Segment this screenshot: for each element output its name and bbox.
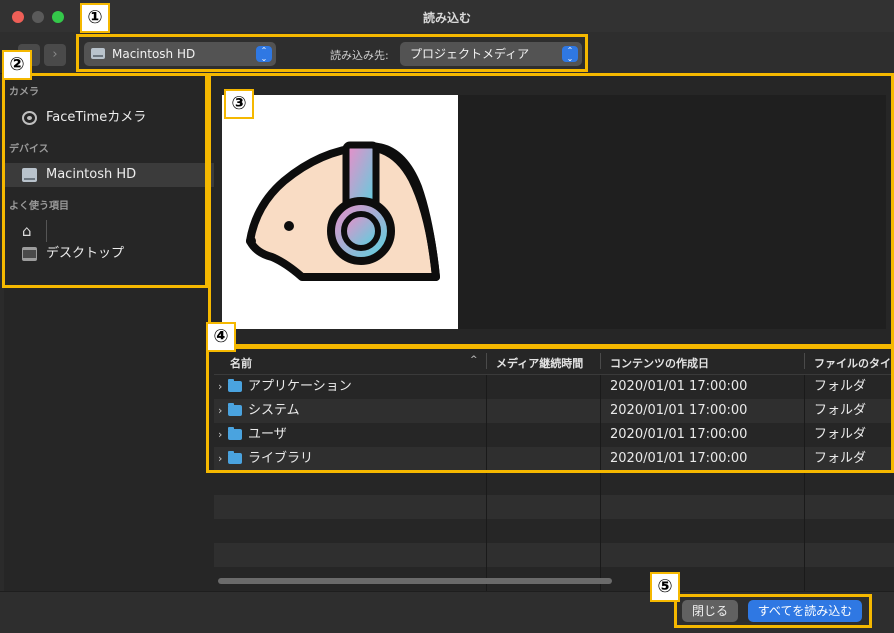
annotation-box-2: [2, 73, 208, 288]
window-title: 読み込む: [422, 11, 471, 25]
chevron-right-icon: ›: [52, 47, 58, 62]
title-bar: 読み込む: [0, 0, 894, 32]
annotation-box-1: [76, 34, 588, 72]
empty-row: [214, 519, 894, 543]
empty-row: [214, 471, 894, 495]
empty-row: [214, 495, 894, 519]
forward-button[interactable]: ›: [44, 44, 66, 66]
empty-row: [214, 543, 894, 567]
annotation-marker-4: ④: [206, 322, 236, 352]
annotation-box-4: [206, 346, 894, 473]
annotation-box-3: [208, 73, 894, 347]
annotation-marker-3: ③: [224, 89, 254, 119]
annotation-marker-5: ⑤: [650, 572, 680, 602]
annotation-box-5: [674, 594, 872, 628]
import-window: 読み込む ‹ › Macintosh HD ⌃⌄ 読み込み先: プロジェクトメデ…: [0, 0, 894, 633]
annotation-marker-2: ②: [2, 50, 32, 80]
horizontal-scrollbar[interactable]: [218, 578, 612, 584]
annotation-marker-1: ①: [80, 3, 110, 33]
